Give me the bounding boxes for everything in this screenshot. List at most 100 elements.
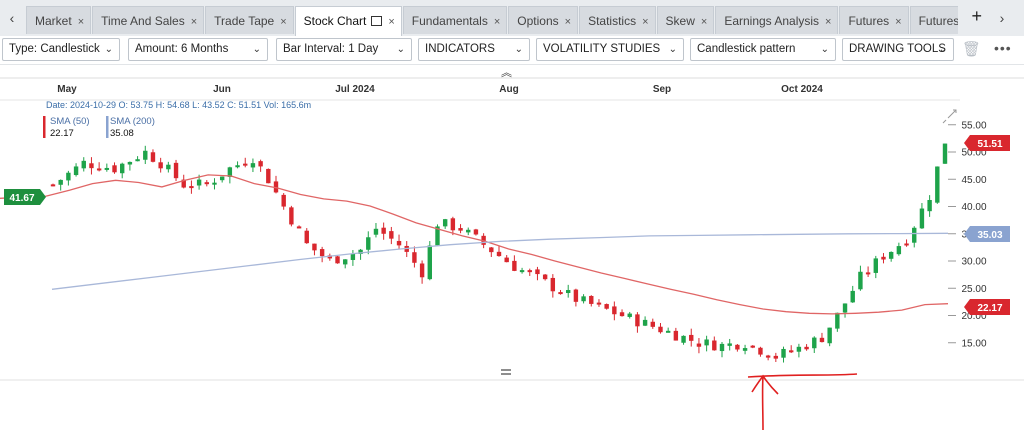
sma50-price-tag-text: 22.17 [977,303,1002,314]
x-axis-label: Jun [213,84,231,95]
candle-down [204,182,209,185]
candle-down [673,330,679,341]
annotation-underline [747,373,858,378]
candle-down [650,321,655,327]
sma200-line [51,232,949,290]
candle-up [842,303,848,313]
candle-down [96,168,102,171]
candle-down [258,161,263,167]
candle-down [450,218,456,231]
candle-down [335,256,340,264]
candle-up [581,296,586,302]
candle-down [689,334,694,341]
candle-up [366,237,371,250]
candle-up [742,348,748,351]
candle-up [896,246,902,255]
sma200-legend-value: 35.08 [110,128,134,139]
x-axis-label: May [57,84,77,95]
candle-down [489,247,494,253]
candle-up [135,159,140,162]
candle-up [935,166,940,203]
candle-up [681,335,686,343]
left-price-tag-text: 41.67 [9,193,34,204]
last-price-tag-text: 51.51 [977,139,1002,150]
sma200-price-tag-text: 35.03 [977,230,1002,241]
candle-down [473,229,479,235]
candle-up [827,327,832,344]
candle-down [696,343,702,347]
candle-down [381,227,386,234]
x-axis-label: Sep [653,84,671,95]
sma50-legend-value: 22.17 [50,128,74,139]
candle-up [442,219,448,227]
candle-down [535,269,540,275]
expand-icon [942,109,957,124]
candle-down [596,302,602,305]
candle-up [373,228,379,235]
candle-up [250,163,256,168]
candle-down [865,272,871,275]
last-price-tag: 51.51 [964,135,1010,151]
candle-down [496,251,502,257]
candle-down [296,226,302,229]
candle-up [796,346,802,352]
x-axis-label: Jul 2024 [335,84,375,95]
candle-up [781,348,786,358]
candle-down [819,337,825,343]
candle-down [542,274,548,280]
candle-up [519,270,525,273]
y-tick-label: 15.00 [961,338,986,349]
candle-down [412,252,417,263]
candle-down [189,186,194,189]
y-tick-label: 25.00 [961,284,986,295]
candle-down [658,326,663,333]
y-tick-label: 40.00 [961,202,986,213]
candle-down [458,228,463,231]
candle-down [419,263,425,278]
candle-up [212,182,217,185]
candle-down [881,256,886,260]
candle-down [173,162,179,179]
candle-up [73,166,79,176]
candle-up [343,259,348,265]
candle-up [58,179,63,185]
candle-down [89,163,94,169]
y-tick-label: 55.00 [961,120,986,131]
candle-down [558,292,563,295]
y-tick-label: 45.00 [961,175,986,186]
candle-up [873,258,878,273]
candle-up [166,164,171,170]
candle-down [150,152,156,162]
candle-down [635,314,640,327]
candle-up [219,176,225,181]
candle-down [243,163,248,166]
candle-down [281,194,286,207]
candle-down [504,257,509,263]
candle-up [927,199,932,212]
candle-down [389,231,394,239]
candle-down [304,230,309,244]
candle-up [942,143,948,164]
candle-up [912,227,917,243]
candle-up [127,161,133,165]
candle-down [904,243,909,246]
candle-up [81,160,86,169]
candle-up [235,165,240,168]
candle-up [350,253,356,260]
y-tick-label: 30.00 [961,257,986,268]
sma200-price-tag: 35.03 [964,226,1010,242]
candle-down [804,346,809,350]
sma50-legend-swatch [43,116,46,138]
candle-down [789,350,794,353]
candle-up [427,245,432,280]
candle-up [665,330,671,333]
x-axis-label: Aug [499,84,518,95]
sma200-legend-swatch [106,116,109,138]
candle-down [604,304,609,309]
candle-up [727,343,732,346]
candle-down [750,345,755,348]
price-chart[interactable]: May Jun Jul 2024 Aug Sep Oct 202455.0050.0045… [0,0,1024,431]
candle-up [850,290,855,303]
candle-down [612,306,617,315]
annotation-arrow [751,374,779,431]
